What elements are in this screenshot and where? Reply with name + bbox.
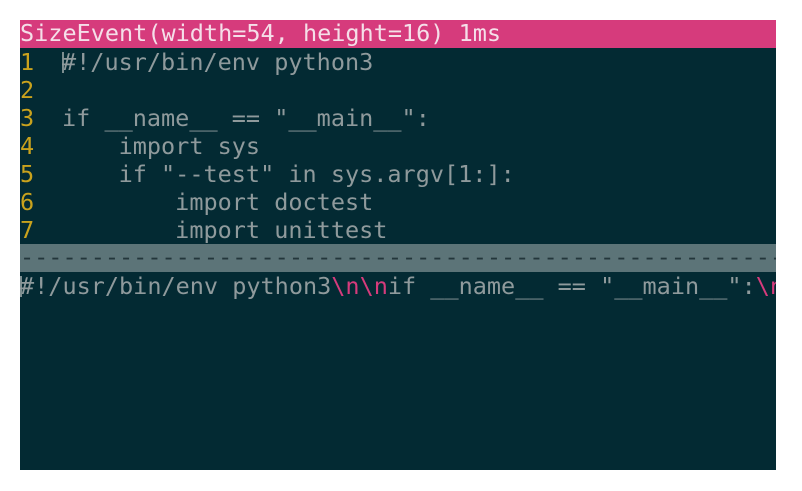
newline-escape: \n xyxy=(359,272,388,300)
line-number: 5 xyxy=(20,160,35,188)
line-number: 2 xyxy=(20,76,35,104)
line-text[interactable]: import sys xyxy=(62,132,261,160)
preview-segment: if __name__ == "__main__": xyxy=(387,272,756,300)
line-text[interactable]: if __name__ == "__main__": xyxy=(62,104,430,132)
pane-divider[interactable]: ----------------------------------------… xyxy=(20,244,776,272)
preview-segment: #!/usr/bin/env python3 xyxy=(20,272,332,300)
line-text[interactable]: #!/usr/bin/env python3 xyxy=(62,48,373,76)
editor-line[interactable]: 7 import unittest xyxy=(20,216,776,244)
line-number: 3 xyxy=(20,104,35,132)
newline-escape: \n xyxy=(755,272,776,300)
status-text: SizeEvent(width=54, height=16) 1ms xyxy=(20,20,502,47)
line-number: 1 xyxy=(20,48,35,76)
editor-line[interactable]: 5 if "--test" in sys.argv[1:]: xyxy=(20,160,776,188)
editor-line[interactable]: 6 import doctest xyxy=(20,188,776,216)
terminal-window[interactable]: SizeEvent(width=54, height=16) 1ms 1 #!/… xyxy=(20,20,776,470)
line-number: 6 xyxy=(20,188,35,216)
divider-dashes: ----------------------------------------… xyxy=(20,244,776,271)
status-bar: SizeEvent(width=54, height=16) 1ms xyxy=(20,20,776,48)
line-number: 7 xyxy=(20,216,35,244)
editor-line[interactable]: 2 xyxy=(20,76,776,104)
line-text[interactable]: if "--test" in sys.argv[1:]: xyxy=(62,160,515,188)
line-number: 4 xyxy=(20,132,35,160)
line-text[interactable]: import doctest xyxy=(62,188,373,216)
line-text[interactable]: import unittest xyxy=(62,216,387,244)
raw-preview-text: #!/usr/bin/env python3\n\nif __name__ ==… xyxy=(20,272,776,300)
newline-escape: \n xyxy=(331,272,360,300)
raw-preview-line[interactable]: #!/usr/bin/env python3\n\nif __name__ ==… xyxy=(20,272,776,300)
editor-line[interactable]: 3 if __name__ == "__main__": xyxy=(20,104,776,132)
editor-line[interactable]: 1 #!/usr/bin/env python3 xyxy=(20,48,776,76)
editor-line[interactable]: 4 import sys xyxy=(20,132,776,160)
